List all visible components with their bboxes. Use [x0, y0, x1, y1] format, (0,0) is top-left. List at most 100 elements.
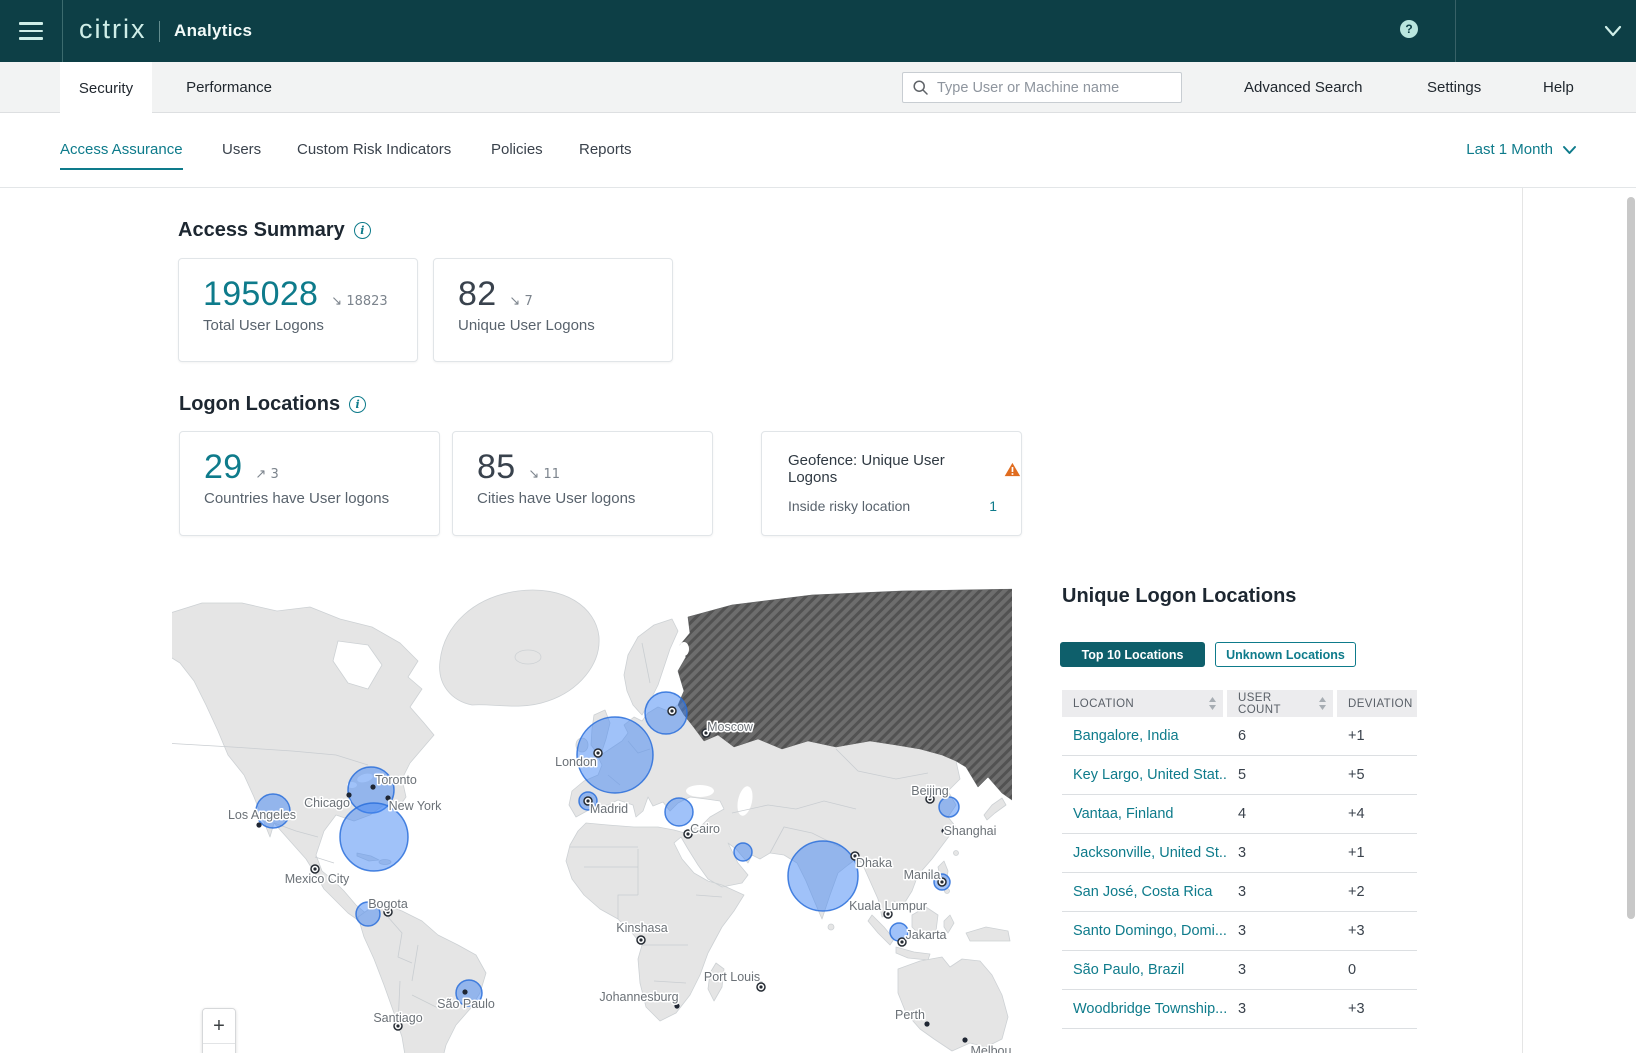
city-label-perth: Perth [895, 1008, 925, 1022]
logon-bubble-vantaa[interactable] [645, 692, 687, 734]
city-marker-los-angeles[interactable] [256, 822, 261, 827]
column-header-location[interactable]: LOCATION [1062, 690, 1223, 717]
city-marker-dot [940, 880, 943, 883]
location-link[interactable]: Jacksonville, United St... [1062, 845, 1227, 861]
location-link[interactable]: San José, Costa Rica [1062, 884, 1227, 900]
logon-locations-heading: Logon Locations i [179, 393, 366, 416]
chevron-down-icon [1562, 145, 1577, 155]
column-header-deviation[interactable]: DEVIATION [1337, 690, 1417, 717]
logon-bubble-us-south[interactable] [340, 803, 408, 871]
subnav-item-policies[interactable]: Policies [491, 141, 543, 158]
city-marker-johannesburg[interactable] [674, 1003, 679, 1008]
logon-bubble-cairo[interactable] [665, 798, 693, 826]
city-marker-perth[interactable] [924, 1021, 929, 1026]
search-input[interactable] [937, 80, 1171, 96]
city-label-los-angeles: Los Angeles [228, 808, 296, 822]
kpi-value-row[interactable]: 82 ↘ 7 [458, 275, 533, 314]
map-zoom-in-button[interactable]: + [203, 1009, 235, 1043]
search-icon [913, 80, 928, 95]
geofence-title: Geofence: Unique User Logons [788, 452, 996, 486]
city-label-johannesburg: Johannesburg [599, 990, 678, 1004]
logon-bubble-shanghai[interactable] [939, 797, 959, 817]
locations-table-body: Bangalore, India6+1Key Largo, United Sta… [1062, 717, 1417, 1029]
subnav-item-custom-risk-indicators[interactable]: Custom Risk Indicators [297, 141, 451, 158]
time-filter-dropdown[interactable]: Last 1 Month [1466, 141, 1577, 158]
kpi-card-unique-user-logons: 82 ↘ 7 Unique User Logons [433, 258, 673, 362]
kpi-value-row[interactable]: 195028 ↘ 18823 [203, 275, 388, 314]
unknown-locations-button[interactable]: Unknown Locations [1215, 642, 1356, 667]
deviation-value: +3 [1337, 923, 1417, 939]
city-label-santiago: Santiago [373, 1011, 422, 1025]
city-marker-sao-paulo[interactable] [462, 989, 467, 994]
user-count-value: 5 [1227, 767, 1337, 783]
kpi-label: Countries have User logons [204, 490, 389, 507]
white-sea [679, 642, 689, 656]
tab-security[interactable]: Security [60, 62, 152, 114]
city-label-kuala-lumpur: Kuala Lumpur [849, 899, 927, 913]
kpi-label: Cities have User logons [477, 490, 635, 507]
vertical-scrollbar[interactable] [1627, 197, 1635, 919]
help-icon[interactable]: ? [1400, 20, 1418, 38]
top-10-locations-button[interactable]: Top 10 Locations [1060, 642, 1205, 667]
primary-nav: Security Performance Advanced Search Sett… [0, 62, 1636, 113]
header-divider [1455, 0, 1456, 62]
kpi-value-row[interactable]: 85 ↘ 11 [477, 448, 560, 487]
map-zoom-out-button[interactable]: − [203, 1043, 235, 1053]
kpi-value-row[interactable]: 29 ↗ 3 [204, 448, 279, 487]
kpi-value[interactable]: 82 [458, 275, 496, 314]
link-advanced-search[interactable]: Advanced Search [1244, 62, 1362, 113]
user-count-value: 6 [1227, 728, 1337, 744]
column-header-user-count[interactable]: USER COUNT [1227, 690, 1333, 717]
table-row: Bangalore, India6+1 [1062, 717, 1417, 756]
city-label-mexico-city: Mexico City [285, 872, 350, 886]
info-icon[interactable]: i [349, 396, 366, 413]
location-link[interactable]: Santo Domingo, Domi... [1062, 923, 1227, 939]
world-map[interactable]: Los AngelesChicagoTorontoNew YorkMexico … [172, 565, 1012, 1053]
city-label-manila: Manila [904, 868, 941, 882]
locations-table-header: LOCATION USER COUNT DEVIATION [1062, 690, 1417, 717]
location-link[interactable]: Key Largo, United Stat... [1062, 767, 1227, 783]
location-link[interactable]: Bangalore, India [1062, 728, 1227, 744]
kpi-value[interactable]: 85 [477, 448, 515, 487]
city-label-kinshasa: Kinshasa [616, 921, 667, 935]
access-summary-title: Access Summary [178, 219, 345, 242]
access-summary-heading: Access Summary i [178, 219, 371, 242]
location-link[interactable]: Woodbridge Township... [1062, 1001, 1227, 1017]
city-label-sao-paulo: São Paulo [437, 997, 495, 1011]
city-marker-dot [759, 985, 762, 988]
kpi-label: Total User Logons [203, 317, 324, 334]
kpi-value[interactable]: 195028 [203, 275, 318, 314]
logon-bubble-dubai[interactable] [734, 843, 752, 861]
info-icon[interactable]: i [354, 222, 371, 239]
table-row: Vantaa, Finland4+4 [1062, 795, 1417, 834]
kpi-delta: ↘ 11 [528, 467, 560, 482]
city-marker-dot [596, 751, 599, 754]
deviation-value: +1 [1337, 845, 1417, 861]
tab-performance[interactable]: Performance [180, 62, 278, 113]
location-link[interactable]: São Paulo, Brazil [1062, 962, 1227, 978]
city-marker-dot [639, 938, 642, 941]
product-title: Analytics [174, 21, 252, 41]
city-marker-melbourne[interactable] [962, 1037, 967, 1042]
geofence-row-value[interactable]: 1 [989, 498, 997, 514]
hamburger-menu-icon[interactable] [8, 8, 54, 54]
deviation-value: +5 [1337, 767, 1417, 783]
account-chevron-down-icon[interactable] [1603, 24, 1623, 38]
kpi-card-countries: 29 ↗ 3 Countries have User logons [179, 431, 440, 536]
link-help[interactable]: Help [1543, 62, 1574, 113]
citrix-analytics-page: citrix Analytics ? Security Performance … [0, 0, 1636, 1053]
link-settings[interactable]: Settings [1427, 62, 1481, 113]
city-label-new-york: New York [389, 799, 443, 813]
kpi-value[interactable]: 29 [204, 448, 242, 487]
subnav-item-reports[interactable]: Reports [579, 141, 632, 158]
table-row: Jacksonville, United St...3+1 [1062, 834, 1417, 873]
logon-bubble-bangalore[interactable] [788, 841, 858, 911]
city-marker-dot [900, 940, 903, 943]
subnav-item-users[interactable]: Users [222, 141, 261, 158]
user-count-value: 3 [1227, 845, 1337, 861]
subnav-item-access-assurance[interactable]: Access Assurance [60, 141, 183, 158]
geofence-row-label: Inside risky location [788, 498, 910, 514]
city-label-shanghai: Shanghai [944, 824, 997, 838]
content-right-border [1522, 188, 1523, 1053]
location-link[interactable]: Vantaa, Finland [1062, 806, 1227, 822]
